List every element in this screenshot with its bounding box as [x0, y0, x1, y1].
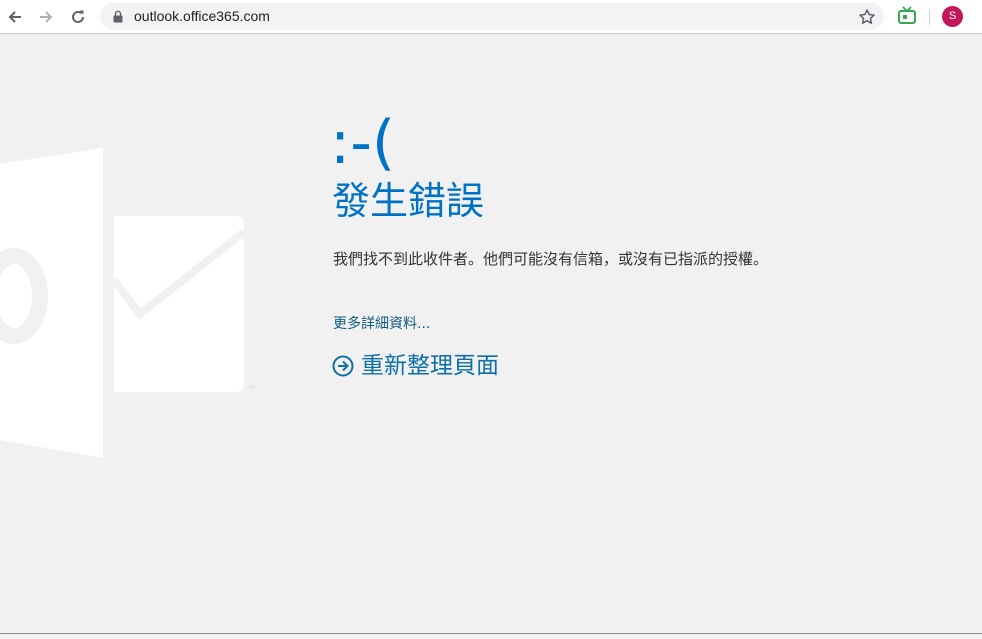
toolbar-separator	[929, 9, 930, 25]
page-title: 發生錯誤	[332, 179, 485, 223]
forward-button[interactable]	[34, 5, 58, 29]
sad-emoticon: :-(	[330, 108, 396, 178]
browser-toolbar: outlook.office365.com S	[0, 0, 982, 34]
url-text: outlook.office365.com	[134, 8, 270, 24]
back-button[interactable]	[3, 5, 27, 29]
arrow-left-icon	[8, 11, 21, 23]
address-bar[interactable]: outlook.office365.com	[100, 3, 884, 30]
reload-button[interactable]	[66, 5, 90, 29]
trademark-mark: ™	[248, 385, 255, 392]
reload-icon	[72, 10, 84, 23]
arrow-right-icon	[40, 11, 53, 23]
lock-icon	[113, 10, 123, 23]
refresh-page-button[interactable]: 重新整理頁面	[332, 350, 499, 382]
tv-icon[interactable]	[897, 6, 917, 26]
error-message: 我們找不到此收件者。他們可能沒有信箱，或沒有已指派的授權。	[333, 250, 769, 268]
outlook-logo-icon: ™	[0, 148, 255, 458]
arrow-circle-right-icon	[332, 355, 354, 377]
window-bottom-border	[0, 633, 982, 634]
profile-avatar[interactable]: S	[942, 6, 963, 27]
more-details-link[interactable]: 更多詳細資料...	[333, 313, 430, 335]
refresh-page-label: 重新整理頁面	[361, 353, 499, 379]
star-icon[interactable]	[858, 8, 876, 26]
